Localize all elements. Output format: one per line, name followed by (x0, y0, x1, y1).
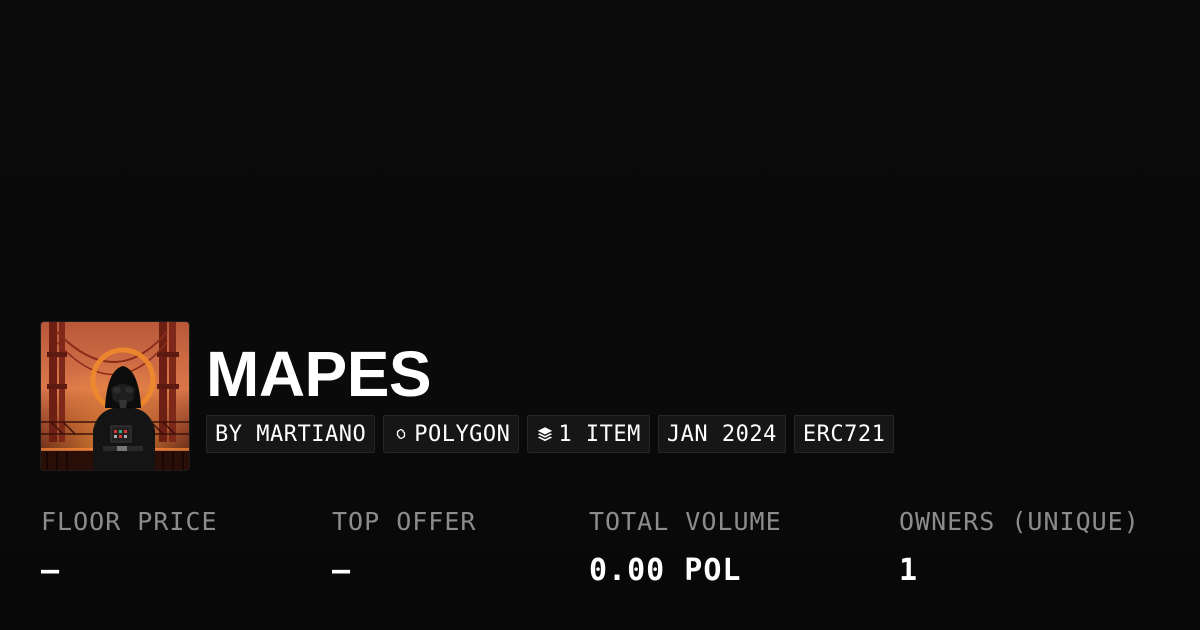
stat-label: TOP OFFER (332, 507, 477, 536)
chain-badge-label: POLYGON (414, 421, 511, 447)
stat-label: TOTAL VOLUME (589, 507, 782, 536)
collection-share-card: MAPES BY MARTIANO POLYGON 1 ITEM JAN 202… (0, 0, 1200, 630)
collection-header: MAPES BY MARTIANO POLYGON 1 ITEM JAN 202… (41, 322, 895, 470)
stat-value: – (41, 553, 61, 588)
title-block: MAPES BY MARTIANO POLYGON 1 ITEM JAN 202… (206, 322, 895, 453)
collection-title: MAPES (206, 338, 432, 410)
stat-top-offer: TOP OFFER – (332, 505, 476, 589)
stat-floor-price: FLOOR PRICE – (41, 505, 218, 589)
collection-avatar (41, 322, 189, 470)
standard-badge: ERC721 (793, 415, 895, 453)
date-badge-label: JAN 2024 (666, 421, 777, 447)
stat-label: FLOOR PRICE (41, 507, 218, 536)
stat-total-volume: TOTAL VOLUME 0.00 POL (589, 505, 782, 589)
standard-badge-label: ERC721 (802, 421, 886, 447)
chain-badge[interactable]: POLYGON (383, 415, 520, 453)
stat-value: 1 (899, 553, 919, 588)
creator-badge-label: BY MARTIANO (215, 421, 367, 447)
items-badge[interactable]: 1 ITEM (527, 415, 650, 453)
creator-badge[interactable]: BY MARTIANO (206, 415, 376, 453)
items-badge-label: 1 ITEM (558, 421, 641, 447)
polygon-icon (392, 425, 410, 443)
date-badge: JAN 2024 (657, 415, 786, 453)
collection-badges: BY MARTIANO POLYGON 1 ITEM JAN 2024 ERC7… (206, 415, 895, 453)
stat-value: 0.00 POL (589, 553, 742, 588)
collection-stats: FLOOR PRICE – TOP OFFER – TOTAL VOLUME 0… (41, 505, 1171, 605)
stat-label: OWNERS (UNIQUE) (899, 507, 1140, 536)
stat-owners: OWNERS (UNIQUE) 1 (899, 505, 1140, 589)
stat-value: – (332, 553, 352, 588)
collection-avatar-image (41, 322, 189, 470)
layers-icon (536, 425, 554, 443)
